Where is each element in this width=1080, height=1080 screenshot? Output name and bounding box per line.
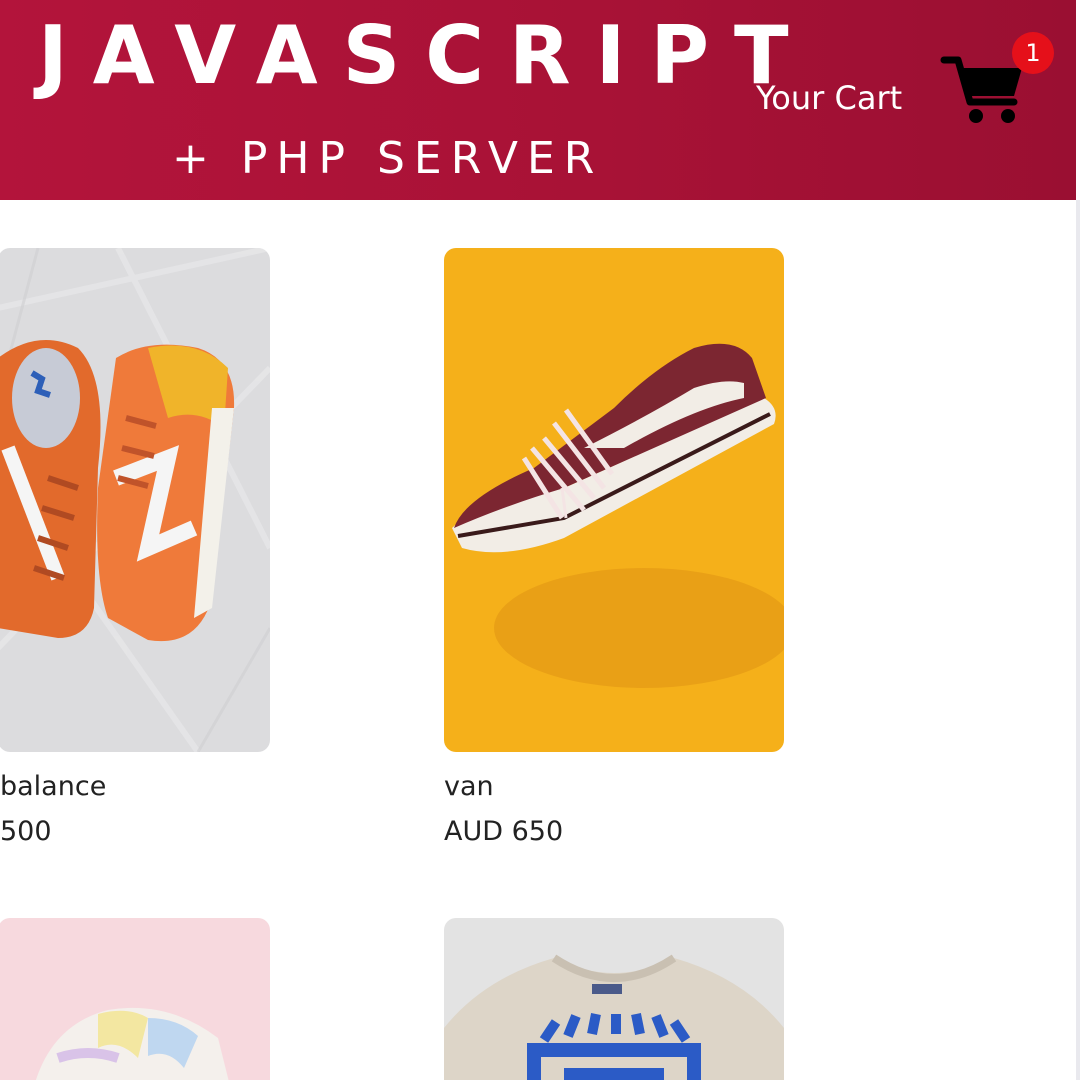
product-name-van: van (444, 771, 494, 802)
tshirt-photo (444, 918, 784, 1080)
shopping-cart-icon (940, 56, 1022, 123)
product-image-balance[interactable] (0, 248, 270, 752)
your-cart-link[interactable]: Your Cart (756, 76, 902, 120)
sneakers-photo (0, 248, 270, 752)
site-subtitle: + PHP SERVER (172, 133, 604, 184)
site-title: JAVASCRIPT (38, 9, 814, 102)
site-header: JAVASCRIPT + PHP SERVER Your Cart 1 (0, 0, 1076, 200)
pastel-sneaker-photo (0, 918, 270, 1080)
cart-count-badge: 1 (1012, 32, 1054, 74)
product-image-van[interactable] (444, 248, 784, 752)
product-name-balance: balance (0, 771, 107, 802)
product-price-balance: 500 (0, 816, 52, 847)
store-page: JAVASCRIPT + PHP SERVER Your Cart 1 bala… (0, 0, 1080, 1080)
product-image-tshirt[interactable] (444, 918, 784, 1080)
cart-button[interactable] (940, 52, 1026, 128)
product-price-van: AUD 650 (444, 816, 564, 847)
van-sneaker-photo (444, 248, 784, 752)
product-image-pastel-sneaker[interactable] (0, 918, 270, 1080)
scrollbar[interactable] (1076, 200, 1080, 1080)
